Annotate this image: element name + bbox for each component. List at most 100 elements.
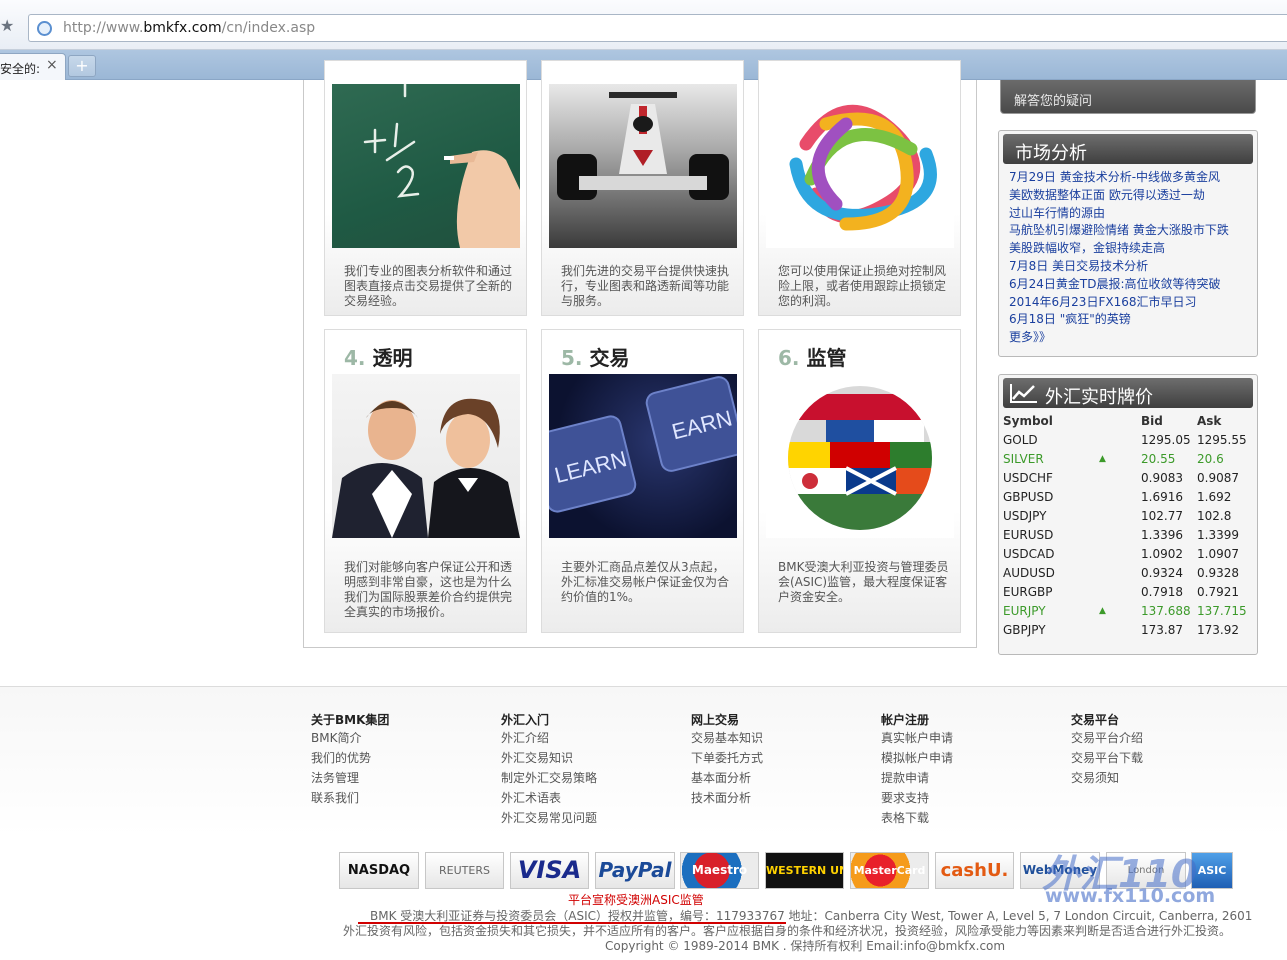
reuters-logo: REUTERS (425, 852, 504, 889)
trend-chart-icon (1010, 384, 1037, 403)
footer-link[interactable]: 要求支持 (881, 788, 1051, 808)
quote-ask: 0.9087 (1197, 470, 1239, 485)
trend-arrow-icon (1099, 506, 1141, 525)
new-tab-button[interactable]: + (68, 55, 96, 77)
quote-symbol: GBPJPY (1003, 622, 1046, 637)
symbol-header: Symbol (1003, 413, 1053, 428)
news-link[interactable]: 美欧数据整体正面 欧元得以透过一劫 (1009, 187, 1249, 205)
footer-column-about: 关于BMK集团 BMK简介 我们的优势 法务管理 联系我们 (311, 712, 481, 808)
quote-bid: 0.7918 (1141, 584, 1183, 599)
news-link[interactable]: 美股跌幅收窄，金银持续走高 (1009, 240, 1249, 258)
footer-heading: 网上交易 (691, 713, 740, 727)
quote-row: USDCHF 0.9083 0.9087 (1003, 468, 1255, 487)
mastercard-logo: MasterCard (850, 852, 929, 889)
quote-ask: 20.6 (1197, 451, 1224, 466)
trend-arrow-icon (1099, 430, 1141, 449)
footer-link[interactable]: 外汇术语表 (501, 788, 671, 808)
quote-bid: 0.9083 (1141, 470, 1183, 485)
table-header-row: Symbol Bid Ask (1003, 411, 1255, 430)
news-link[interactable]: 7月8日 美日交易技术分析 (1009, 258, 1249, 276)
quote-ask: 0.7921 (1197, 584, 1239, 599)
news-list: 7月29日 黄金技术分析-中线做多黄金风 美欧数据整体正面 欧元得以透过一劫 过… (1009, 169, 1249, 347)
panel-header: 外汇实时牌价 (1003, 378, 1253, 408)
footer-link[interactable]: 外汇交易知识 (501, 748, 671, 768)
news-link[interactable]: 2014年6月23日FX168汇市早日习 (1009, 294, 1249, 312)
url-text[interactable]: http://www.bmkfx.com/cn/index.asp (63, 20, 315, 36)
footer-link[interactable]: 模拟帐户申请 (881, 748, 1051, 768)
maestro-logo: Maestro (680, 852, 759, 889)
footer-link[interactable]: 外汇交易常见问题 (501, 808, 671, 828)
news-link[interactable]: 马航坠机引爆避险情绪 黄金大涨股市下跌 (1009, 222, 1249, 240)
quote-row: GBPUSD 1.6916 1.692 (1003, 487, 1255, 506)
panel-title: 外汇实时牌价 (1045, 387, 1153, 408)
feature-card-regulation: 6. 监管 BMK受澳大利亚投资与管理委员会(ASIC)监管，最大程度保证客户资… (758, 329, 961, 633)
quote-bid: 1.3396 (1141, 527, 1183, 542)
footer-link[interactable]: 基本面分析 (691, 768, 861, 788)
news-link[interactable]: 7月29日 黄金技术分析-中线做多黄金风 (1009, 169, 1249, 187)
paypal-logo: PayPal (595, 852, 675, 889)
footer-link[interactable]: 真实帐户申请 (881, 728, 1051, 748)
colorful-knot-image (766, 84, 954, 248)
footer-link[interactable]: 技术面分析 (691, 788, 861, 808)
footer-link[interactable]: 交易平台下载 (1071, 748, 1241, 768)
footer-link[interactable]: 交易须知 (1071, 768, 1241, 788)
feature-text: 我们先进的交易平台提供快速执行，专业图表和路透新闻等功能与服务。 (561, 264, 730, 308)
address-bar-area: ★ http://www.bmkfx.com/cn/index.asp (0, 0, 1287, 50)
footer-link[interactable]: 法务管理 (311, 768, 481, 788)
footer-link[interactable]: 联系我们 (311, 788, 481, 808)
bid-header: Bid (1141, 413, 1163, 428)
quote-symbol: GBPUSD (1003, 489, 1054, 504)
footer-link[interactable]: 表格下载 (881, 808, 1051, 828)
footer-heading: 外汇入门 (501, 713, 550, 727)
feature-text: 主要外汇商品点差仅从3点起，外汇标准交易帐户保证金仅为合约价值的1%。 (561, 560, 730, 604)
quote-row: EURUSD 1.3396 1.3399 (1003, 525, 1255, 544)
close-tab-icon[interactable]: × (46, 57, 58, 73)
feature-title: 4. 透明 (344, 346, 413, 370)
features-box: 我们专业的图表分析软件和通过图表直接点击交易提供了全新的交易经验。 我们先进的交… (303, 60, 977, 648)
cashu-logo: cashU. (935, 852, 1014, 889)
news-link[interactable]: 6月24日黄金TD晨报:高位收敛等待突破 (1009, 276, 1249, 294)
more-news-link[interactable]: 更多》》 (1009, 329, 1249, 347)
footer-link[interactable]: 交易基本知识 (691, 728, 861, 748)
footer-link[interactable]: 外汇介绍 (501, 728, 671, 748)
trend-arrow-icon (1099, 620, 1141, 639)
quote-ask: 1.0907 (1197, 546, 1239, 561)
footer-link[interactable]: 提款申请 (881, 768, 1051, 788)
footer-column-online-trading: 网上交易 交易基本知识 下单委托方式 基本面分析 技术面分析 (691, 712, 861, 808)
copyright: Copyright © 1989-2014 BMK . 保持所有权利 Email… (605, 939, 1006, 953)
footer-link[interactable]: 我们的优势 (311, 748, 481, 768)
quote-ask: 137.715 (1197, 603, 1247, 618)
footer-link[interactable]: BMK简介 (311, 728, 481, 748)
quote-symbol: EURJPY (1003, 603, 1046, 618)
news-link[interactable]: 6月18日 "疯狂"的英镑 (1009, 311, 1249, 329)
feature-title: 5. 交易 (561, 346, 630, 370)
trend-arrow-icon (1099, 525, 1141, 544)
fx-quotes-panel: 外汇实时牌价 Symbol Bid Ask GOLD 1295.05 1295.55… (998, 374, 1258, 655)
feature-card-transparency: 4. 透明 我们对能够向客户保证公开和透明感到非常自豪，这也是为什么我们为国际股… (324, 329, 527, 633)
quote-bid: 137.688 (1141, 603, 1191, 618)
quote-symbol: AUDUSD (1003, 565, 1055, 580)
quote-symbol: USDJPY (1003, 508, 1047, 523)
feature-card-trading: 5. 交易 LEARN EARN 主要外汇商品点差仅从3点起，外汇标准交易帐户保… (541, 329, 744, 633)
footer-link[interactable]: 下单委托方式 (691, 748, 861, 768)
tab-title[interactable]: 安全的: (0, 60, 40, 77)
chalkboard-image (332, 84, 520, 248)
feature-text: 我们对能够向客户保证公开和透明感到非常自豪，这也是为什么我们为国际股票差价合约提… (344, 560, 513, 619)
footer-link[interactable]: 交易平台介绍 (1071, 728, 1241, 748)
footer-link[interactable]: 制定外汇交易策略 (501, 768, 671, 788)
footer-column-account: 帐户注册 真实帐户申请 模拟帐户申请 提款申请 要求支持 表格下载 (881, 712, 1051, 828)
url-input[interactable]: http://www.bmkfx.com/cn/index.asp (28, 14, 1287, 42)
bookmark-star-icon[interactable]: ★ (0, 16, 16, 36)
feature-card-charts: 我们专业的图表分析软件和通过图表直接点击交易提供了全新的交易经验。 (324, 60, 527, 316)
quote-row: GOLD 1295.05 1295.55 (1003, 430, 1255, 449)
faq-banner[interactable]: 解答您的疑问 (1000, 80, 1256, 114)
feature-text: 我们专业的图表分析软件和通过图表直接点击交易提供了全新的交易经验。 (344, 264, 513, 308)
browser-tab[interactable]: 安全的: × (0, 53, 66, 80)
news-link[interactable]: 过山车行情的源由 (1009, 205, 1249, 223)
quote-bid: 102.77 (1141, 508, 1183, 523)
panel-title: 市场分析 (1015, 143, 1087, 164)
visa-logo: VISA (510, 852, 589, 889)
quote-row: EURGBP 0.7918 0.7921 (1003, 582, 1255, 601)
quote-ask: 1.3399 (1197, 527, 1239, 542)
flag-globe-image (766, 374, 954, 538)
